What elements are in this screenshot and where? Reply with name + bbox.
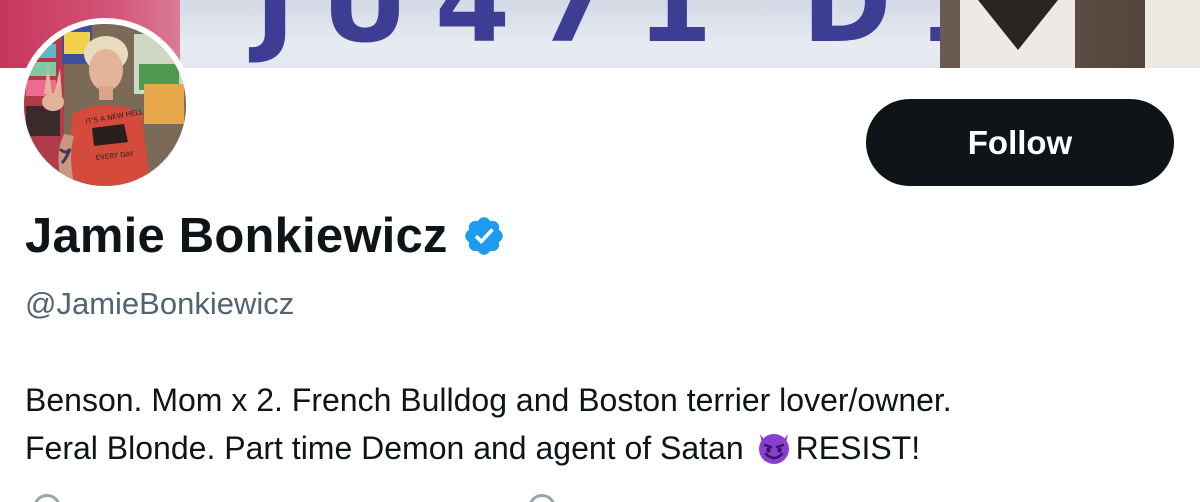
- bio-line-1: Benson. Mom x 2. French Bulldog and Bost…: [25, 382, 952, 418]
- profile-photo-icon: IT'S A NEW HELL EVERY DAY: [24, 24, 186, 186]
- follow-button[interactable]: Follow: [866, 99, 1174, 186]
- profile-avatar[interactable]: IT'S A NEW HELL EVERY DAY: [18, 18, 192, 192]
- avatar-photo: IT'S A NEW HELL EVERY DAY: [24, 24, 186, 186]
- bio-resist-text: RESIST!: [795, 430, 921, 466]
- banner-dark-shape: [978, 0, 1058, 50]
- verified-badge-icon[interactable]: [462, 214, 506, 258]
- display-name: Jamie Bonkiewicz: [25, 209, 448, 263]
- user-handle: @JamieBonkiewicz: [25, 286, 295, 321]
- bio-line-2-text: Feral Blonde. Part time Demon and agent …: [25, 430, 744, 466]
- profile-banner[interactable]: JU471 D1: [0, 0, 1200, 68]
- location-icon: [33, 494, 61, 502]
- profile-page: JU471 D1 IT'S A NEW HELL EVERY DAY Follo…: [0, 0, 1200, 502]
- banner-right-area: [940, 0, 1200, 68]
- profile-bio: Benson. Mom x 2. French Bulldog and Bost…: [25, 376, 1185, 472]
- link-icon[interactable]: [528, 494, 556, 502]
- smiling-devil-icon: [754, 426, 794, 466]
- banner-paper-2: [1145, 0, 1200, 68]
- display-name-row: Jamie Bonkiewicz: [25, 208, 506, 264]
- bio-line-2: Feral Blonde. Part time Demon and agent …: [25, 424, 1185, 472]
- banner-plate-text: JU471 D1: [255, 0, 1019, 67]
- profile-meta-row: [25, 492, 1185, 502]
